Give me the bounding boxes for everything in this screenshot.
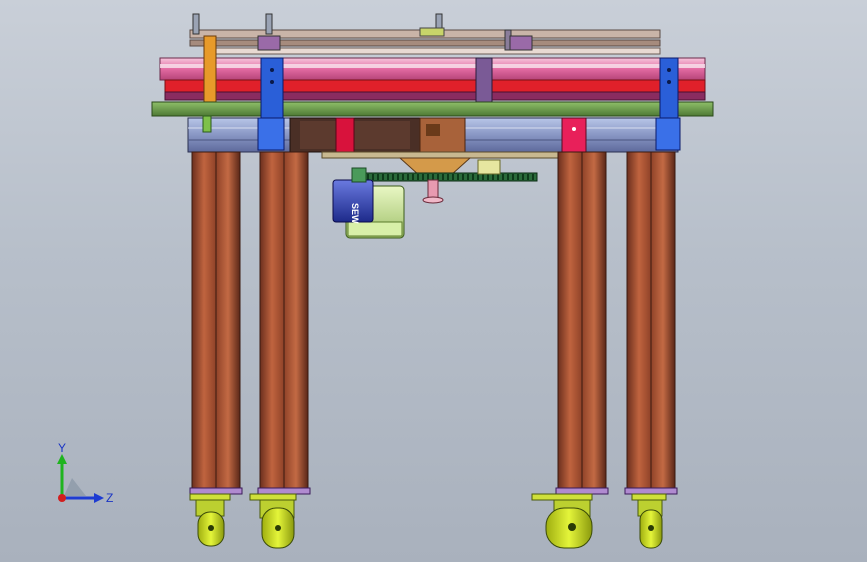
red-bracket-right[interactable] — [561, 117, 587, 153]
motor-brand-label: SEW — [350, 203, 360, 224]
chain-link — [492, 174, 494, 180]
chain-link — [447, 174, 449, 180]
red-bracket-left[interactable] — [335, 117, 355, 153]
chain-link — [407, 174, 409, 180]
chain-link — [392, 174, 394, 180]
chain-link — [417, 174, 419, 180]
chain-link — [422, 174, 424, 180]
chain-link — [402, 174, 404, 180]
chain-link — [372, 174, 374, 180]
chain-link — [432, 174, 434, 180]
chain-link — [442, 174, 444, 180]
chain-link — [412, 174, 414, 180]
chain-link — [462, 174, 464, 180]
top-plate[interactable] — [151, 101, 714, 117]
chain-link — [472, 174, 474, 180]
casters[interactable] — [189, 493, 667, 549]
chain-link — [427, 174, 429, 180]
caster-wheel-2 — [249, 493, 297, 549]
chain-link — [507, 174, 509, 180]
chain-link — [452, 174, 454, 180]
chain-link — [467, 174, 469, 180]
chain-link — [522, 174, 524, 180]
chain-link — [517, 174, 519, 180]
chain-link — [527, 174, 529, 180]
orange-bracket[interactable] — [203, 35, 217, 103]
chain-link — [477, 174, 479, 180]
chain-link — [367, 174, 369, 180]
z-axis-label: Z — [106, 491, 113, 505]
chain-link — [532, 174, 534, 180]
chain-link — [487, 174, 489, 180]
axis-triad[interactable]: Y Z — [50, 440, 120, 510]
chain-link — [482, 174, 484, 180]
y-axis-label: Y — [58, 441, 66, 455]
chain-link — [382, 174, 384, 180]
chain-link — [397, 174, 399, 180]
drive-chain — [364, 172, 538, 182]
chain-link — [377, 174, 379, 180]
chain-link — [387, 174, 389, 180]
x-axis-dot — [58, 494, 66, 502]
caster-wheel-3 — [531, 493, 593, 549]
caster-wheel-1 — [189, 493, 231, 547]
chain-link — [437, 174, 439, 180]
chain-link — [502, 174, 504, 180]
drive-assembly[interactable]: SEW — [321, 151, 563, 239]
leg-caps — [189, 487, 678, 495]
chain-link — [497, 174, 499, 180]
conveyor-cart-model[interactable]: SEW — [0, 0, 867, 562]
cad-viewport[interactable]: SEW Y Z — [0, 0, 867, 562]
upper-rail-assembly[interactable] — [159, 29, 706, 101]
caster-wheel-4 — [631, 493, 667, 549]
purple-bracket[interactable] — [475, 57, 493, 103]
chain-link — [457, 174, 459, 180]
chain-link — [512, 174, 514, 180]
